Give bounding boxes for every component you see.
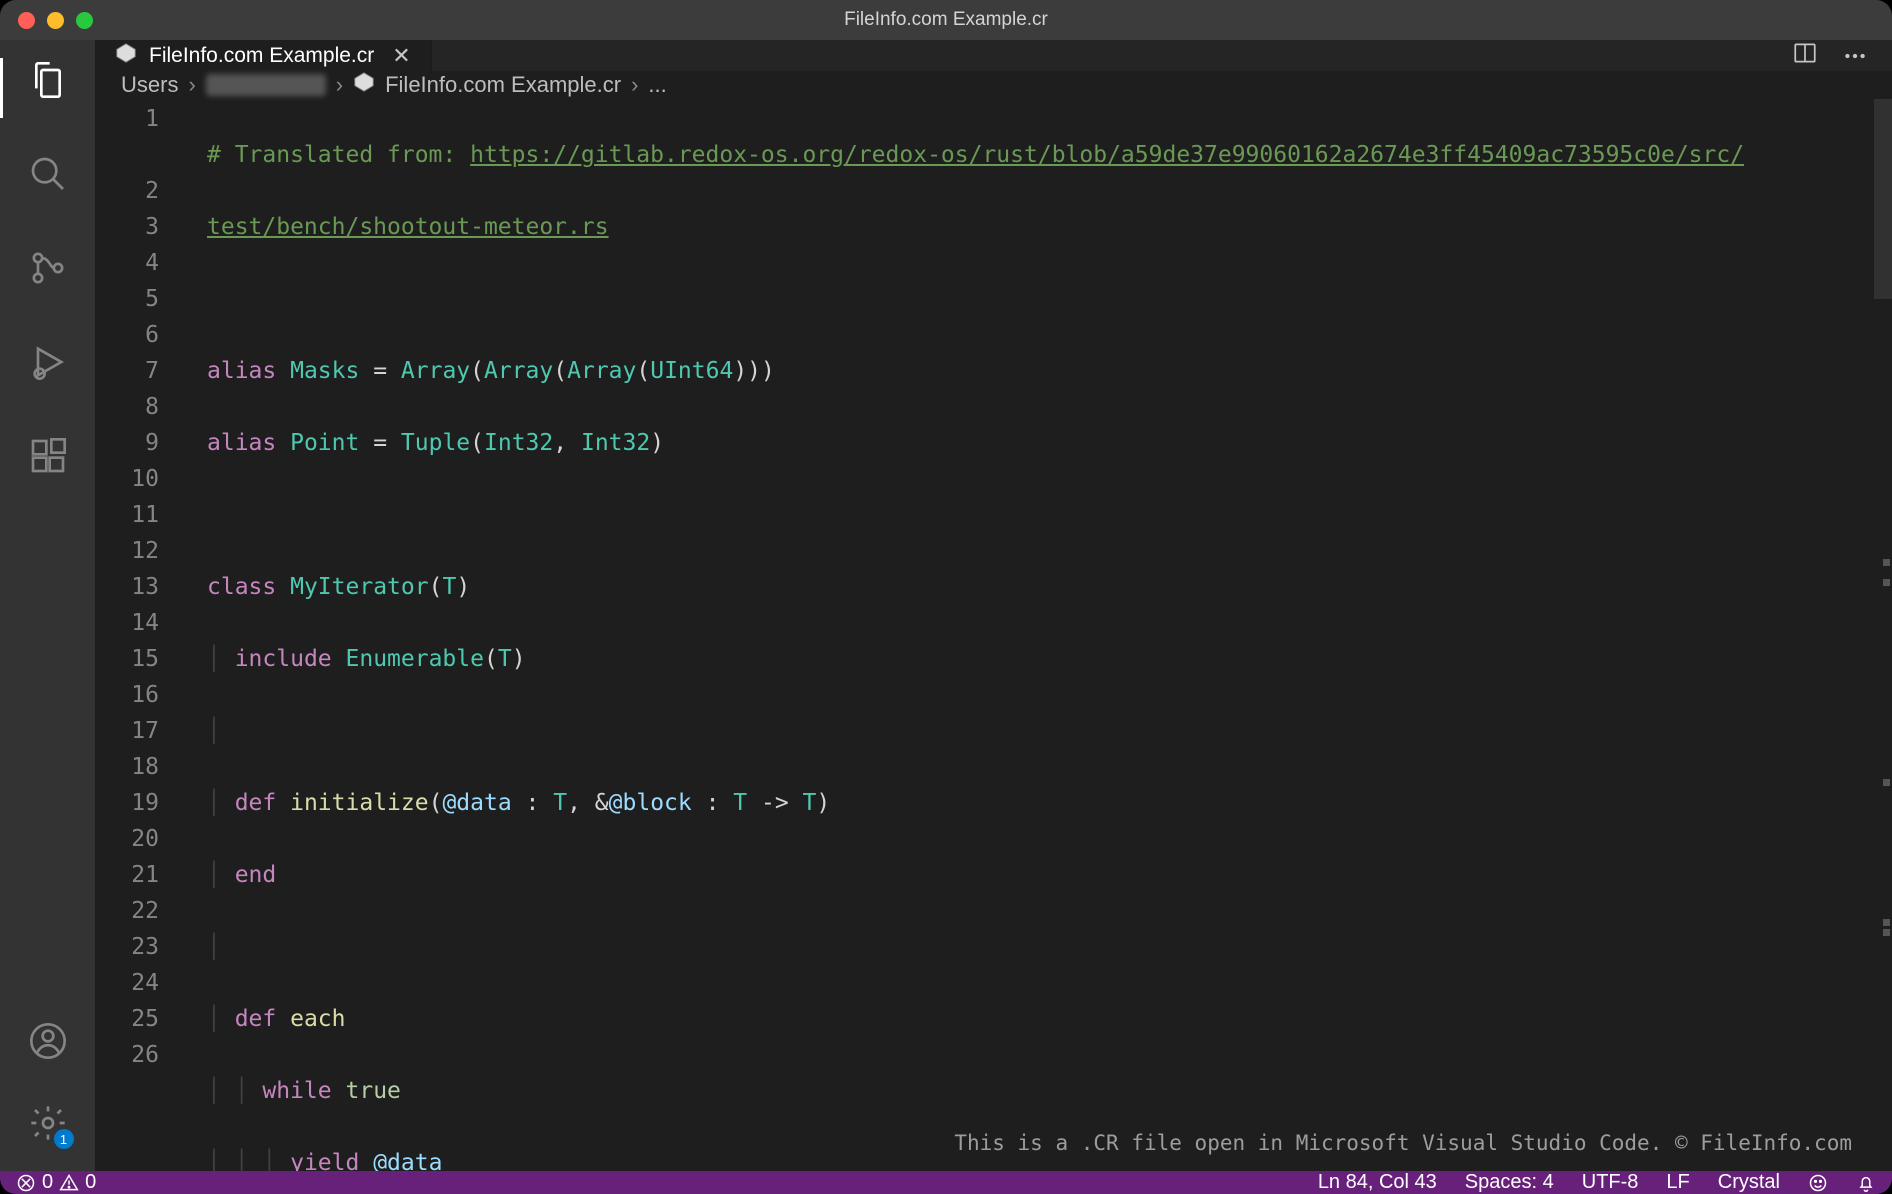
status-warnings-count: 0 [85, 1171, 96, 1194]
breadcrumb[interactable]: Users › › FileInfo.com Example.cr › ... [95, 71, 1892, 99]
crumb-redacted [206, 74, 326, 96]
ln: 12 [95, 533, 159, 569]
ln: 14 [95, 605, 159, 641]
explorer-icon[interactable] [28, 60, 68, 100]
chevron-right-icon: › [188, 72, 195, 98]
activity-bar: 1 [0, 40, 95, 1171]
status-eol[interactable]: LF [1666, 1171, 1689, 1194]
ln: 9 [95, 425, 159, 461]
chevron-right-icon: › [336, 72, 343, 98]
run-debug-icon[interactable] [28, 342, 68, 382]
editor-area: FileInfo.com Example.cr ✕ Users › › [95, 40, 1892, 1171]
main: 1 FileInfo.com Example.cr ✕ [0, 40, 1892, 1171]
source-control-icon[interactable] [28, 248, 68, 288]
more-actions-icon[interactable] [1842, 43, 1868, 69]
ln: 10 [95, 461, 159, 497]
tab-bar: FileInfo.com Example.cr ✕ [95, 40, 1892, 71]
ln: 26 [95, 1037, 159, 1073]
window-title: FileInfo.com Example.cr [0, 9, 1892, 31]
status-indent[interactable]: Spaces: 4 [1465, 1171, 1554, 1194]
ln: 11 [95, 497, 159, 533]
crystal-file-icon [353, 71, 375, 99]
ln: 15 [95, 641, 159, 677]
watermark-text: This is a .CR file open in Microsoft Vis… [954, 1125, 1852, 1161]
ruler-mark [1883, 779, 1890, 786]
status-bar: 0 0 Ln 84, Col 43 Spaces: 4 UTF-8 LF Cry… [0, 1171, 1892, 1194]
settings-gear-icon[interactable]: 1 [28, 1103, 68, 1143]
chevron-right-icon: › [631, 72, 638, 98]
ln: 6 [95, 317, 159, 353]
ruler-mark [1883, 919, 1890, 926]
line-gutter: 1 2 3 4 5 6 7 8 9 10 11 12 13 14 15 16 1… [95, 99, 185, 1171]
window: FileInfo.com Example.cr [0, 0, 1892, 1194]
status-encoding[interactable]: UTF-8 [1582, 1171, 1639, 1194]
ruler-mark [1883, 559, 1890, 566]
tab-actions [1792, 40, 1892, 71]
ln: 4 [95, 245, 159, 281]
ruler-mark [1883, 579, 1890, 586]
ruler-mark [1883, 929, 1890, 936]
titlebar: FileInfo.com Example.cr [0, 0, 1892, 40]
split-editor-icon[interactable] [1792, 40, 1818, 71]
crystal-file-icon [115, 42, 137, 70]
bell-icon[interactable] [1856, 1173, 1876, 1193]
ln: 23 [95, 929, 159, 965]
status-cursor[interactable]: Ln 84, Col 43 [1318, 1171, 1437, 1194]
ln: 16 [95, 677, 159, 713]
settings-badge: 1 [54, 1129, 74, 1149]
ln: 19 [95, 785, 159, 821]
activity-indicator [0, 58, 3, 118]
crumb-symbol[interactable]: ... [648, 72, 666, 98]
close-tab-icon[interactable]: ✕ [392, 43, 410, 69]
ln: 18 [95, 749, 159, 785]
search-icon[interactable] [28, 154, 68, 194]
ln: 7 [95, 353, 159, 389]
ln: 24 [95, 965, 159, 1001]
ln: 8 [95, 389, 159, 425]
feedback-icon[interactable] [1808, 1173, 1828, 1193]
account-icon[interactable] [28, 1021, 68, 1061]
ln: 1 [95, 101, 159, 137]
ln: 5 [95, 281, 159, 317]
ln: 13 [95, 569, 159, 605]
ln: 21 [95, 857, 159, 893]
extensions-icon[interactable] [28, 436, 68, 476]
ln: 17 [95, 713, 159, 749]
status-problems[interactable]: 0 0 [16, 1171, 96, 1194]
status-language[interactable]: Crystal [1718, 1171, 1780, 1194]
status-errors-count: 0 [42, 1171, 53, 1194]
ln: 2 [95, 173, 159, 209]
ln: 22 [95, 893, 159, 929]
crumb-file[interactable]: FileInfo.com Example.cr [385, 72, 621, 98]
crumb-users[interactable]: Users [121, 72, 178, 98]
editor[interactable]: 1 2 3 4 5 6 7 8 9 10 11 12 13 14 15 16 1… [95, 99, 1892, 1171]
tab-file[interactable]: FileInfo.com Example.cr ✕ [95, 40, 432, 71]
overview-ruler[interactable] [1868, 99, 1892, 1171]
ln: 3 [95, 209, 159, 245]
tab-label: FileInfo.com Example.cr [149, 44, 374, 68]
ln: 25 [95, 1001, 159, 1037]
code-content[interactable]: # Translated from: https://gitlab.redox-… [185, 99, 1868, 1171]
ln: 20 [95, 821, 159, 857]
minimap-slider[interactable] [1874, 99, 1892, 299]
